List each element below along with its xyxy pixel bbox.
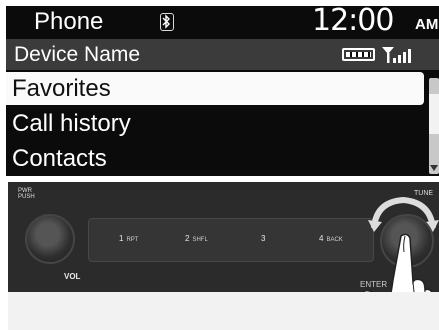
preset-1-sub: RPT bbox=[126, 237, 139, 243]
app-title: Phone bbox=[34, 8, 104, 35]
preset-button-2[interactable]: 2 SHFL bbox=[185, 231, 208, 247]
signal-bars-icon bbox=[382, 47, 411, 63]
menu-item-call-history[interactable]: Call history bbox=[6, 107, 424, 140]
menu-item-favorites[interactable]: Favorites bbox=[6, 72, 424, 105]
preset-1-number: 1 bbox=[119, 234, 124, 243]
power-label: PWR PUSH bbox=[18, 188, 35, 200]
preset-2-number: 2 bbox=[185, 234, 190, 243]
preset-4-number: 4 bbox=[319, 234, 324, 243]
power-label-line2: PUSH bbox=[18, 194, 35, 200]
device-name-label: Device Name bbox=[14, 43, 141, 66]
battery-icon bbox=[342, 48, 375, 61]
preset-button-3[interactable]: 3 bbox=[261, 231, 268, 247]
device-row: Device Name bbox=[6, 39, 439, 70]
scroll-down-icon bbox=[430, 165, 438, 171]
preset-buttons: 1 RPT 2 SHFL 3 4 BACK bbox=[88, 218, 374, 262]
control-panel: PWR PUSH TUNE 1 RPT 2 SHFL 3 4 BACK VOL ENT… bbox=[8, 182, 439, 330]
menu-item-contacts[interactable]: Contacts bbox=[6, 142, 424, 175]
preset-button-4[interactable]: 4 BACK bbox=[319, 231, 343, 247]
clock-time: 12:00 bbox=[312, 6, 394, 38]
preset-button-1[interactable]: 1 RPT bbox=[119, 231, 138, 247]
bluetooth-icon bbox=[160, 13, 174, 31]
power-volume-knob[interactable] bbox=[25, 214, 75, 264]
hand-pressing-icon bbox=[358, 233, 435, 330]
status-bar: Phone 12:00 AM bbox=[6, 6, 439, 37]
scroll-thumb[interactable] bbox=[429, 94, 439, 134]
clock-ampm: AM bbox=[415, 16, 439, 33]
preset-2-sub: SHFL bbox=[192, 237, 208, 243]
scrollbar[interactable] bbox=[429, 78, 439, 174]
volume-label: VOL bbox=[64, 272, 81, 281]
preset-4-sub: BACK bbox=[326, 237, 343, 243]
head-unit-display: Phone 12:00 AM Device Name Favorites Cal… bbox=[6, 6, 439, 176]
preset-3-number: 3 bbox=[261, 234, 266, 243]
